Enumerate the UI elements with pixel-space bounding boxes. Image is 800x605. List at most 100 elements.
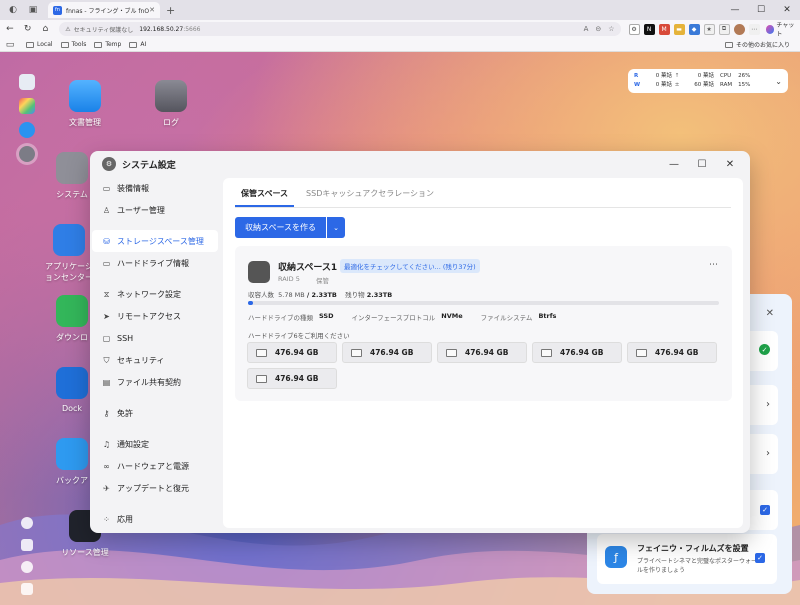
chevron-down-icon[interactable]: ⌄ (775, 77, 782, 86)
back-icon[interactable]: ← (2, 24, 18, 34)
disk-icon (256, 374, 267, 383)
bookmark-ai[interactable]: AI (129, 41, 146, 48)
sidebar-item-network[interactable]: ⧖ ネットワーク設定 (90, 283, 220, 305)
store-app-icon (53, 224, 85, 256)
user-icon[interactable] (21, 561, 33, 573)
minimize-icon[interactable]: — (660, 159, 688, 170)
close-icon[interactable]: ✕ (766, 308, 774, 319)
desktop-icon-backup[interactable]: バックア (50, 438, 94, 486)
app-grid-icon[interactable] (19, 98, 35, 114)
chat-label: チャット (776, 22, 795, 38)
sidebar-item-notifications[interactable]: ♫ 通知設定 (90, 433, 220, 455)
sidebar-item-share[interactable]: ▤ ファイル共有契約 (90, 371, 220, 393)
chevron-down-icon[interactable]: ⌄ (327, 217, 346, 238)
folder-icon (724, 41, 733, 48)
disk-item[interactable]: 476.94 GB (437, 342, 527, 363)
browser-tab[interactable]: fn fnnas - フライング・ブル fnOS ✕ (48, 2, 160, 18)
shield-ext-icon[interactable]: ◆ (688, 23, 700, 35)
system-monitor-widget[interactable]: RW 0 菓話 0 菓話 ↑ ± 0 菓話 60 菓話 CPU RAM 26% 15% ⌄ (628, 69, 788, 93)
new-tab-icon[interactable]: + (166, 4, 175, 17)
disk-item[interactable]: 476.94 GB (342, 342, 432, 363)
window-title: システム設定 (122, 160, 176, 171)
notion-icon[interactable]: N (643, 23, 655, 35)
star-icon[interactable]: ☆ (608, 25, 614, 33)
maximize-icon[interactable]: ☐ (748, 5, 774, 15)
other-favorites[interactable]: その他のお気に入り (724, 40, 790, 49)
desktop-icon-download[interactable]: ダウンロ (50, 295, 94, 343)
storage-pool-icon (248, 261, 270, 283)
tab-title: fnnas - フライング・ブル fnOS (66, 7, 150, 15)
desktop-icon-appcenter[interactable]: アプリケーションセンター (44, 224, 94, 283)
checkbox-icon[interactable]: ✓ (755, 553, 765, 563)
install-fn-films-card[interactable]: ƒ フェイニウ・フィルムズを設置 プライベートシネマと完璧なポスターウォールを作… (597, 534, 777, 584)
sidebar-item-license[interactable]: ⚷ 免許 (90, 402, 220, 424)
check-icon: ✓ (759, 344, 770, 355)
monitor-icon[interactable] (19, 74, 35, 90)
sidebar-item-users[interactable]: ♙ ユーザー管理 (90, 199, 220, 221)
fn-connect-icon[interactable] (21, 517, 33, 529)
pool-state: 保管 (316, 277, 329, 285)
create-storage-button[interactable]: 収納スペースを作る (235, 217, 327, 238)
disk-item[interactable]: 476.94 GB (532, 342, 622, 363)
assistant-icon[interactable] (19, 122, 35, 138)
sidebar-item-power[interactable]: ∞ ハードウェアと電源 (90, 455, 220, 477)
disk-item[interactable]: 476.94 GB (627, 342, 717, 363)
maximize-icon[interactable]: ☐ (688, 159, 716, 170)
bookmark-tools[interactable]: Tools (60, 41, 86, 48)
workspaces-icon[interactable]: ▣ (26, 3, 40, 17)
sidebar-item-update[interactable]: ✈ アップデートと復元 (90, 477, 220, 499)
tab-actions-icon[interactable]: ▭ (2, 40, 18, 50)
favorites-icon[interactable]: ★ (703, 23, 715, 35)
puzzle-icon[interactable]: ⚙ (628, 23, 640, 35)
url-input[interactable]: ⚠ セキュリティ保護なし 192.168.50.27 :5666 A ⊝ ☆ (59, 22, 621, 36)
window-titlebar[interactable]: ⚙ システム設定 — ☐ ✕ (90, 151, 750, 177)
extensions: ⚙ N M ▬ ◆ ★ ⧉ ⋯ (628, 23, 760, 35)
close-icon[interactable]: ✕ (774, 5, 800, 15)
folder-ext-icon[interactable]: ▬ (673, 23, 685, 35)
more-icon[interactable]: ⋯ (748, 23, 760, 35)
mail-icon[interactable]: M (658, 23, 670, 35)
desktop-icon-system[interactable]: システム (50, 152, 94, 200)
collections-icon[interactable]: ⧉ (718, 23, 730, 35)
desktop-icon-docker[interactable]: Dock (50, 367, 94, 413)
status-badge[interactable]: 最適化をチェックしてください... (残り37分) (340, 259, 480, 273)
url-actions: A ⊝ ☆ (584, 25, 615, 33)
avatar[interactable] (733, 23, 745, 35)
refresh-icon[interactable]: ↻ (20, 24, 36, 34)
tab-ssd-cache[interactable]: SSDキャッシュアクセラレーション (300, 178, 440, 207)
bookmark-temp[interactable]: Temp (94, 41, 121, 48)
settings-dock-icon[interactable] (19, 146, 35, 162)
profile-icon[interactable]: ◐ (6, 3, 20, 17)
home-icon[interactable]: ⌂ (38, 24, 54, 34)
bookmark-local[interactable]: Local (26, 41, 53, 48)
sidebar-item-apps[interactable]: ⁘ 応用 (90, 508, 220, 530)
sidebar-item-security[interactable]: ⛉ セキュリティ (90, 349, 220, 371)
apps-icon: ⁘ (103, 514, 110, 524)
sidebar-item-device-info[interactable]: ▭ 装備情報 (90, 177, 220, 199)
desktop-icon-files[interactable]: 文書管理 (50, 80, 120, 128)
close-tab-icon[interactable]: ✕ (149, 6, 155, 14)
disk-item[interactable]: 476.94 GB (247, 342, 337, 363)
minimize-icon[interactable]: — (722, 5, 748, 15)
gear-icon[interactable] (21, 583, 33, 595)
folder-icon (129, 41, 138, 48)
desktop-icon-log[interactable]: ログ (136, 80, 206, 128)
reader-icon[interactable]: A (584, 25, 589, 33)
tab-storage-space[interactable]: 保管スペース (235, 178, 295, 207)
disk-item[interactable]: 476.94 GB (247, 368, 337, 389)
folder-icon (94, 41, 103, 48)
capacity-bar (248, 301, 719, 305)
harddrive-icon: ▭ (102, 258, 111, 268)
chevron-right-icon: › (766, 448, 770, 459)
bell-icon[interactable] (21, 539, 33, 551)
up-arrow-icon: ↑ (674, 73, 680, 79)
sidebar-item-ssh[interactable]: ▢ SSH (90, 327, 220, 349)
sidebar-item-harddrive[interactable]: ▭ ハードドライブ情報 (90, 252, 220, 274)
pool-name: 収納スペース1 (278, 263, 338, 273)
chat-button[interactable]: チャット (765, 20, 800, 38)
translate-icon[interactable]: ⊝ (595, 25, 601, 33)
sidebar-item-remote[interactable]: ➤ リモートアクセス (90, 305, 220, 327)
more-options-icon[interactable]: ⋯ (709, 260, 718, 270)
sidebar-item-storage[interactable]: ⛁ ストレージスペース管理 (92, 230, 218, 252)
close-icon[interactable]: ✕ (716, 159, 744, 170)
